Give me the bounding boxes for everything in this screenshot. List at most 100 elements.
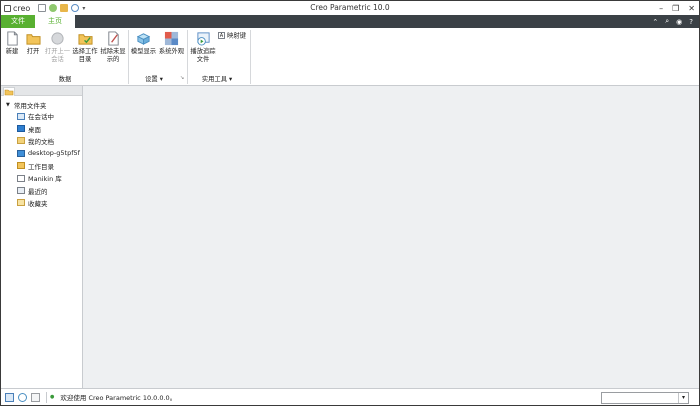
selection-filter-dropdown[interactable]: ▾	[601, 392, 689, 404]
ribbon-controls: ⌃ ⌕ ◉ ?	[652, 15, 693, 28]
group-divider	[187, 30, 188, 84]
tab-home[interactable]: 主页	[35, 15, 75, 28]
community-icon[interactable]: ◉	[676, 18, 682, 26]
tab-file[interactable]: 文件	[1, 15, 35, 28]
open-last-label-2: 会话	[51, 56, 64, 63]
folder-item-recent[interactable]: 最近的	[1, 184, 82, 196]
title-bar: creo ▾ Creo Parametric 10.0 – ❐ ✕	[1, 1, 699, 15]
settings-group-text: 设置	[145, 76, 158, 83]
select-wd-label-1: 选择工作	[72, 48, 98, 55]
folder-open-icon	[25, 34, 41, 45]
working-directory-icon	[77, 34, 93, 45]
erase-label-1: 拭除未显	[100, 48, 126, 55]
show-browser-icon[interactable]	[18, 392, 27, 402]
folder-item-label: 在会话中	[28, 113, 54, 122]
common-folders-header[interactable]: ▼ 常用文件夹	[1, 99, 82, 110]
recent-icon	[17, 187, 25, 195]
model-display-button[interactable]: 模型显示	[130, 31, 157, 56]
folder-item-working-directory[interactable]: 工作目录	[1, 160, 82, 172]
open-icon[interactable]	[49, 4, 58, 12]
system-appearance-icon	[164, 31, 179, 46]
manikin-icon	[17, 174, 25, 182]
utilities-group-label[interactable]: 实用工具 ▾	[199, 74, 235, 83]
settings-dialog-launcher-icon[interactable]: ↘	[180, 75, 184, 81]
save-icon[interactable]	[60, 4, 69, 12]
creo-logo-icon	[4, 4, 11, 12]
open-last-session-button[interactable]: 打开上一 会话	[44, 31, 71, 64]
minimize-ribbon-icon[interactable]: ⌃	[652, 18, 658, 26]
new-file-icon[interactable]	[38, 4, 47, 12]
settings-group-label[interactable]: 设置 ▾	[139, 74, 169, 83]
folder-item-label: 我的文档	[28, 137, 54, 146]
playback-label-1: 播放追踪	[190, 48, 216, 55]
window-title: Creo Parametric 10.0	[310, 3, 390, 12]
folder-item-computer[interactable]: desktop-g5tpf5f	[1, 147, 82, 159]
playback-trail-icon	[196, 32, 210, 46]
select-working-directory-button[interactable]: 选择工作 目录	[71, 31, 99, 64]
desktop-icon	[17, 125, 25, 133]
status-divider	[46, 391, 47, 403]
folder-browser-icon	[4, 89, 14, 96]
search-icon[interactable]: ⌕	[665, 17, 669, 26]
ribbon-home: 新建 打开 打开上一 会话 选择工作 目录 拭除未显 示的 数据 模型显示 系统…	[1, 28, 699, 86]
close-icon[interactable]: ✕	[688, 4, 695, 13]
new-button[interactable]: 新建	[3, 31, 21, 56]
group-divider	[250, 30, 251, 84]
navigator-tab-bar	[1, 86, 82, 96]
group-divider	[128, 30, 129, 84]
show-navigator-icon[interactable]	[5, 392, 14, 402]
help-icon[interactable]: ?	[689, 18, 693, 26]
creo-window: creo ▾ Creo Parametric 10.0 – ❐ ✕ 文件 主页 …	[0, 0, 700, 406]
documents-icon	[17, 137, 25, 145]
computer-icon	[17, 149, 25, 157]
folder-item-manikin-library[interactable]: Manikin 库	[1, 172, 82, 184]
window-controls: – ❐ ✕	[659, 1, 695, 15]
working-dir-icon	[17, 162, 25, 170]
qat-customize-chevron-icon[interactable]: ▾	[82, 5, 85, 12]
ribbon-tab-strip: 文件 主页 ⌃ ⌕ ◉ ?	[1, 15, 699, 28]
folder-list: 在会话中 桌面 我的文档 desktop-g5tpf5f 工作目录 Maniki…	[1, 110, 82, 209]
folder-item-label: desktop-g5tpf5f	[28, 149, 80, 158]
open-last-label-1: 打开上一	[44, 48, 71, 55]
quick-access-toolbar: ▾	[38, 4, 85, 12]
status-bar: ● 欢迎使用 Creo Parametric 10.0.0.0。 ▾	[1, 388, 699, 405]
folder-item-in-session[interactable]: 在会话中	[1, 110, 82, 122]
folder-item-my-documents[interactable]: 我的文档	[1, 135, 82, 147]
erase-label-2: 示的	[106, 56, 120, 63]
playback-trail-button[interactable]: 播放追踪 文件	[189, 31, 217, 64]
logo-text: creo	[13, 3, 31, 13]
new-file-icon	[6, 31, 18, 46]
creo-logo: creo	[4, 4, 30, 13]
fullscreen-icon[interactable]	[31, 392, 40, 402]
mapkeys-label: 映射键	[227, 32, 246, 40]
folder-item-label: 桌面	[28, 125, 41, 134]
folder-item-favorites[interactable]: 收藏夹	[1, 197, 82, 209]
erase-icon	[107, 31, 119, 46]
minimize-icon[interactable]: –	[659, 4, 663, 13]
status-message: 欢迎使用 Creo Parametric 10.0.0.0。	[60, 394, 177, 402]
graphics-area[interactable]	[84, 86, 699, 388]
playback-label-2: 文件	[196, 56, 210, 63]
erase-not-displayed-button[interactable]: 拭除未显 示的	[99, 31, 127, 64]
folder-item-label: 工作目录	[28, 162, 54, 171]
folder-item-label: 最近的	[28, 187, 48, 196]
model-display-label: 模型显示	[130, 48, 157, 55]
folder-browser-tab[interactable]	[3, 87, 15, 96]
open-last-session-icon	[51, 32, 64, 45]
open-button[interactable]: 打开	[23, 31, 43, 56]
utilities-dropdown-icon: ▾	[229, 76, 233, 83]
select-wd-label-2: 目录	[78, 56, 92, 63]
mapkeys-button[interactable]: A 映射键	[218, 32, 250, 41]
system-appearance-label: 系统外观	[158, 48, 185, 55]
message-bullet-icon: ●	[50, 394, 55, 400]
mapkeys-icon: A	[218, 32, 225, 39]
system-appearance-button[interactable]: 系统外观	[158, 31, 185, 56]
folder-item-desktop[interactable]: 桌面	[1, 122, 82, 134]
folder-item-label: Manikin 库	[28, 175, 62, 184]
collapse-chevron-icon[interactable]: ▼	[6, 102, 10, 108]
chevron-down-icon[interactable]: ▾	[678, 393, 688, 403]
utilities-group-text: 实用工具	[201, 76, 227, 83]
folder-item-label: 收藏夹	[28, 199, 48, 208]
regenerate-icon[interactable]	[71, 4, 80, 12]
restore-icon[interactable]: ❐	[672, 4, 679, 13]
